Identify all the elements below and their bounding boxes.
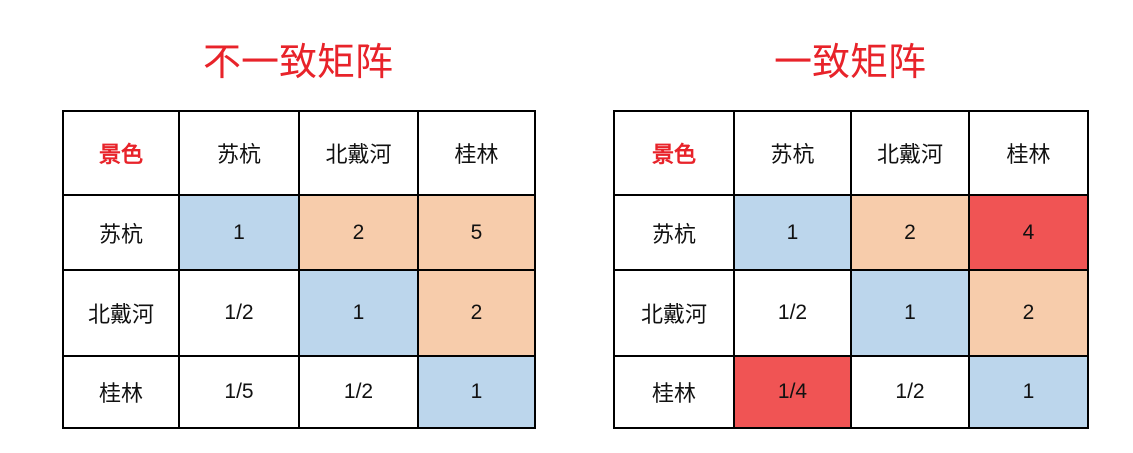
matrix-cell: 1/5 [178,355,300,429]
matrix-cell: 1/4 [733,355,852,429]
corner-cell: 景色 [613,110,735,196]
column-header: 北戴河 [298,110,419,196]
consistent-matrix-table: 景色 苏杭 北戴河 桂林 苏杭 1 2 4 北戴河 1/2 1 2 桂林 1/4… [613,110,1089,429]
matrix-row: 北戴河 1/2 1 2 [62,269,536,357]
matrix-cell: 2 [968,269,1089,357]
corner-cell: 景色 [62,110,180,196]
matrix-cell: 1 [417,355,536,429]
consistent-matrix-title: 一致矩阵 [773,40,926,84]
column-header: 北戴河 [850,110,970,196]
matrix-cell: 2 [298,194,419,271]
matrix-cell: 1 [968,355,1089,429]
row-header: 桂林 [62,355,180,429]
row-header: 北戴河 [62,269,180,357]
matrix-cell: 4 [968,194,1089,271]
matrix-cell: 1/2 [733,269,852,357]
matrix-cell: 2 [417,269,536,357]
row-header: 北戴河 [613,269,735,357]
matrix-row: 苏杭 1 2 4 [613,194,1089,271]
inconsistent-matrix-table: 景色 苏杭 北戴河 桂林 苏杭 1 2 5 北戴河 1/2 1 2 桂林 1/5… [62,110,536,429]
header-row: 景色 苏杭 北戴河 桂林 [613,110,1089,196]
matrix-cell: 2 [850,194,970,271]
matrix-row: 苏杭 1 2 5 [62,194,536,271]
column-header: 桂林 [968,110,1089,196]
matrix-row: 桂林 1/4 1/2 1 [613,355,1089,429]
inconsistent-matrix-title: 不一致矩阵 [202,40,393,84]
row-header: 苏杭 [62,194,180,271]
row-header: 苏杭 [613,194,735,271]
matrix-cell: 1 [850,269,970,357]
matrix-row: 桂林 1/5 1/2 1 [62,355,536,429]
matrix-cell: 1/2 [178,269,300,357]
column-header: 桂林 [417,110,536,196]
column-header: 苏杭 [178,110,300,196]
matrix-row: 北戴河 1/2 1 2 [613,269,1089,357]
matrix-cell: 1/2 [298,355,419,429]
matrix-cell: 1 [178,194,300,271]
column-header: 苏杭 [733,110,852,196]
row-header: 桂林 [613,355,735,429]
header-row: 景色 苏杭 北戴河 桂林 [62,110,536,196]
matrix-cell: 1 [298,269,419,357]
matrix-cell: 5 [417,194,536,271]
matrix-cell: 1 [733,194,852,271]
matrix-cell: 1/2 [850,355,970,429]
